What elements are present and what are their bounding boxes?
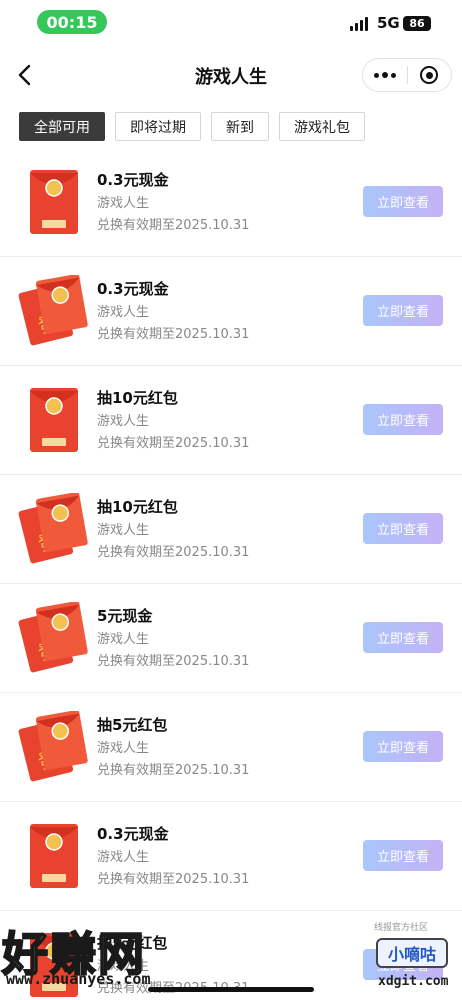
list-item[interactable]: 抽10元红包 游戏人生兑换有效期至2025.10.31 立即查看 (0, 366, 462, 475)
item-expiry: 兑换有效期至2025.10.31 (97, 436, 250, 451)
item-source: 游戏人生 (97, 850, 150, 865)
coupon-list: 0.3元现金游戏人生兑换有效期至2025.10.31立即查看發0.3元现金游戏人… (0, 148, 462, 1000)
list-item[interactable]: 發 0.3元现金游戏人生兑换有效期至2025.10.31 立即查看 (0, 257, 462, 366)
item-name: 5元现金 (97, 607, 153, 625)
status-bar: 00:15 5G 86 (0, 0, 462, 44)
view-now-button[interactable]: 立即查看 (363, 404, 443, 435)
mini-program-capsule (362, 58, 452, 92)
item-source: 游戏人生 (97, 741, 150, 756)
item-source: 游戏人生 (97, 414, 150, 429)
view-now-button[interactable]: 立即查看 (363, 622, 443, 653)
red-envelope-icon (18, 820, 90, 892)
tab-new-arrivals[interactable]: 新到 (211, 112, 269, 141)
item-name: 0.3元现金 (97, 171, 169, 189)
tab-all-available[interactable]: 全部可用 (19, 112, 105, 141)
item-expiry: 兑换有效期至2025.10.31 (97, 218, 250, 233)
watermark-domain: xdgit.com (378, 974, 449, 989)
item-source: 游戏人生 (97, 632, 150, 647)
list-item[interactable]: 發抽10元红包游戏人生兑换有效期至2025.10.31 立即查看 (0, 475, 462, 584)
item-source: 游戏人生 (97, 305, 150, 320)
red-envelope-icon: 發 (18, 710, 90, 783)
watermark-badge: 小嘀咕 (376, 938, 448, 968)
network-label: 5G (377, 14, 400, 32)
filter-tabs: 全部可用 即将过期 新到 游戏礼包 (19, 112, 365, 141)
item-name: 0.3元现金 (97, 825, 169, 843)
item-expiry: 兑换有效期至2025.10.31 (97, 763, 250, 778)
item-expiry: 兑换有效期至2025.10.31 (97, 654, 250, 669)
red-envelope-icon: 發 (18, 274, 90, 347)
item-name: 抽5元红包 (97, 716, 168, 734)
watermark-url: www.zhuanyes.com (6, 970, 151, 988)
item-expiry: 兑换有效期至2025.10.31 (97, 545, 250, 560)
target-close-icon[interactable] (407, 59, 451, 91)
item-name: 抽10元红包 (97, 389, 178, 407)
item-name: 抽10元红包 (97, 498, 178, 516)
item-name: 0.3元现金 (97, 280, 169, 298)
item-source: 游戏人生 (97, 196, 150, 211)
red-envelope-icon: 發 (18, 601, 90, 674)
red-envelope-icon: 發 (18, 492, 90, 565)
home-indicator[interactable] (148, 987, 314, 992)
watermark-caption: 线报官方社区 (374, 923, 429, 933)
more-dots-icon[interactable] (363, 59, 407, 91)
item-source: 游戏人生 (97, 523, 150, 538)
battery-icon: 86 (403, 16, 431, 31)
list-item[interactable]: 發抽5元红包游戏人生兑换有效期至2025.10.31 立即查看 (0, 693, 462, 802)
red-envelope-icon (18, 166, 90, 238)
list-item[interactable]: 0.3元现金 游戏人生兑换有效期至2025.10.31 立即查看 (0, 802, 462, 911)
item-expiry: 兑换有效期至2025.10.31 (97, 327, 250, 342)
tab-expiring-soon[interactable]: 即将过期 (115, 112, 201, 141)
view-now-button[interactable]: 立即查看 (363, 513, 443, 544)
view-now-button[interactable]: 立即查看 (363, 731, 443, 762)
signal-icon (350, 17, 368, 31)
view-now-button[interactable]: 立即查看 (363, 295, 443, 326)
item-expiry: 兑换有效期至2025.10.31 (97, 872, 250, 887)
nav-bar: 游戏人生 (0, 50, 462, 100)
tab-game-gift[interactable]: 游戏礼包 (279, 112, 365, 141)
status-time: 00:15 (37, 10, 107, 34)
red-envelope-icon (18, 384, 90, 456)
watermark-right: 线报官方社区 小嘀咕 xdgit.com (370, 920, 462, 1000)
list-item[interactable]: 發 5元现金游戏人生兑换有效期至2025.10.31 立即查看 (0, 584, 462, 693)
list-item[interactable]: 0.3元现金 游戏人生兑换有效期至2025.10.31 立即查看 (0, 148, 462, 257)
view-now-button[interactable]: 立即查看 (363, 186, 443, 217)
view-now-button[interactable]: 立即查看 (363, 840, 443, 871)
